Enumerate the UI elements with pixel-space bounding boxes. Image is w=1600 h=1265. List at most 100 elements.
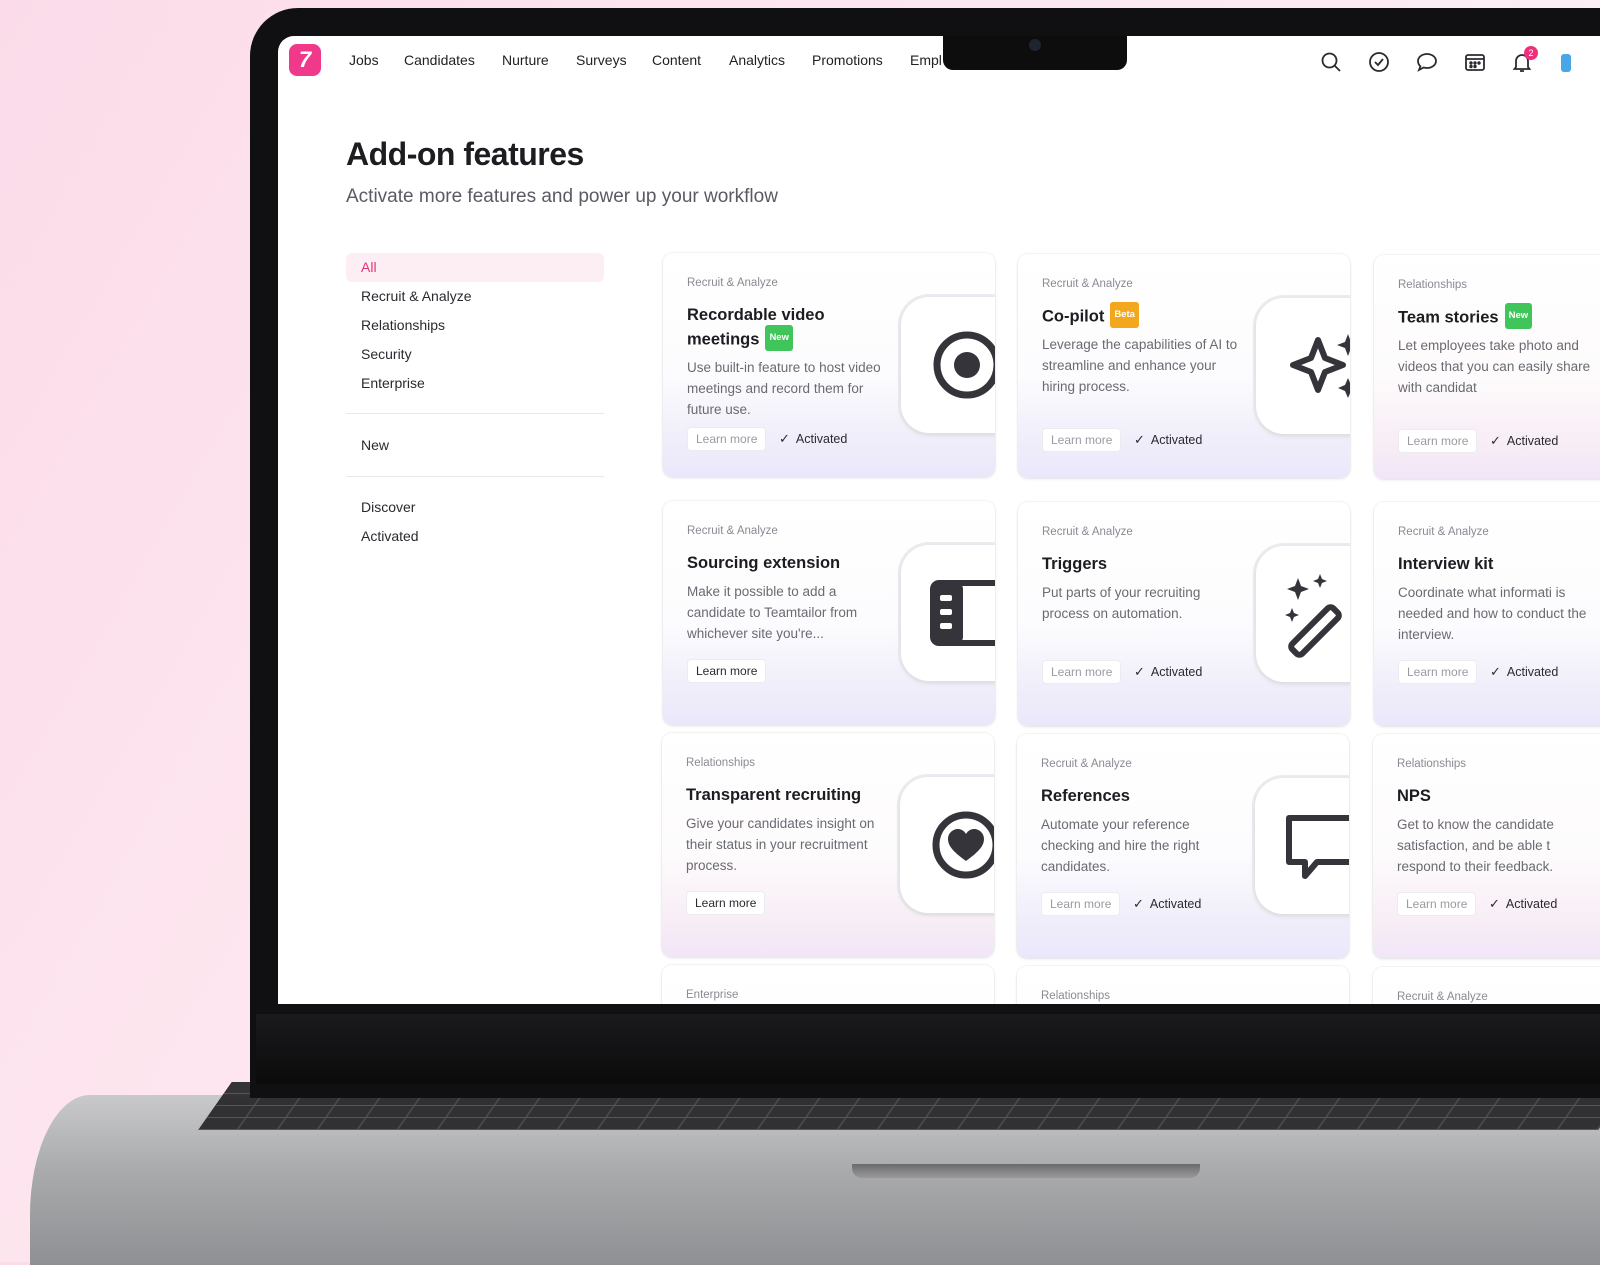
card-category: Enterprise	[686, 989, 739, 1001]
checkmark-icon: ✓	[1490, 433, 1501, 448]
learn-more-button[interactable]: Learn more	[1042, 428, 1122, 452]
card-description: Leverage the capabilities of AI to strea…	[1042, 337, 1238, 394]
card-description: Make it possible to add a candidate to T…	[687, 584, 858, 641]
addon-card-recordable-video[interactable]: Recruit & Analyze Recordable video meeti…	[663, 253, 995, 477]
activated-status: ✓ Activated	[1489, 896, 1558, 911]
learn-more-button[interactable]: Learn more	[1398, 660, 1478, 684]
learn-more-button[interactable]: Learn more	[1398, 429, 1478, 453]
camera-notch	[943, 36, 1127, 70]
avatar[interactable]	[1561, 54, 1571, 72]
screen: 7 Jobs Candidates Nurture Surveys Conten…	[278, 36, 1600, 1004]
activated-status: ✓ Activated	[1134, 432, 1203, 447]
card-title: NPS	[1397, 787, 1431, 805]
checkmark-icon: ✓	[779, 431, 790, 446]
card-category: Recruit & Analyze	[1041, 758, 1132, 770]
heart-icon	[900, 777, 994, 913]
laptop-bezel-bottom	[256, 1014, 1600, 1084]
learn-more-button[interactable]: Learn more	[1042, 660, 1122, 684]
page-title: Add-on features	[346, 136, 584, 172]
filter-relationships[interactable]: Relationships	[346, 311, 604, 340]
filter-divider	[346, 476, 604, 477]
todo-check-icon[interactable]	[1367, 50, 1391, 74]
addon-card-interview-kit[interactable]: Recruit & Analyze Interview kit Coordina…	[1374, 502, 1600, 726]
nav-jobs[interactable]: Jobs	[349, 52, 379, 68]
card-category: Relationships	[686, 757, 756, 769]
learn-more-button[interactable]: Learn more	[687, 427, 767, 451]
activated-status: ✓ Activated	[1490, 664, 1559, 679]
speech-bubble-icon	[1255, 778, 1349, 914]
camera-icon	[1029, 39, 1041, 51]
card-category: Relationships	[1398, 279, 1468, 291]
messages-icon[interactable]	[1415, 50, 1439, 74]
app-logo[interactable]: 7	[289, 44, 321, 76]
card-category: Recruit & Analyze	[687, 277, 778, 289]
addon-card-enterprise[interactable]: Enterprise	[662, 965, 994, 1004]
card-description: Coordinate what informati is needed and …	[1398, 585, 1587, 642]
learn-more-button[interactable]: Learn more	[687, 659, 767, 683]
card-description: Give your candidates insight on their st…	[686, 816, 875, 873]
card-category: Relationships	[1397, 758, 1467, 770]
card-title: Recordable video meetings New	[687, 303, 877, 353]
calendar-icon[interactable]	[1463, 50, 1487, 74]
addon-card-relationships[interactable]: Relationships	[1017, 966, 1349, 1004]
addon-card-team-stories[interactable]: Relationships Team stories New Let employ…	[1374, 255, 1600, 479]
addon-card-recruit-analyze[interactable]: Recruit & Analyze	[1373, 967, 1600, 1004]
filter-enterprise[interactable]: Enterprise	[346, 369, 604, 398]
card-category: Relationships	[1041, 990, 1111, 1002]
top-navigation: 7 Jobs Candidates Nurture Surveys Conten…	[278, 36, 1600, 88]
filter-new[interactable]: New	[346, 431, 604, 460]
activated-status: ✓ Activated	[1133, 896, 1202, 911]
addon-card-transparent-recruiting[interactable]: Relationships Transparent recruiting Giv…	[662, 733, 994, 957]
checkmark-icon: ✓	[1490, 664, 1501, 679]
filter-activated[interactable]: Activated	[346, 522, 604, 551]
card-title: Triggers	[1042, 555, 1108, 573]
filter-discover[interactable]: Discover	[346, 493, 604, 522]
card-title: Sourcing extension	[687, 554, 841, 572]
card-description: Automate your reference checking and hir…	[1041, 817, 1200, 874]
learn-more-button[interactable]: Learn more	[1397, 892, 1477, 916]
new-badge: New	[1504, 303, 1533, 329]
beta-badge: Beta	[1110, 302, 1139, 328]
search-icon[interactable]	[1319, 50, 1343, 74]
filter-divider	[346, 413, 604, 414]
checkmark-icon: ✓	[1489, 896, 1500, 911]
magic-wand-icon	[1256, 546, 1350, 682]
filter-all[interactable]: All	[346, 253, 604, 282]
addon-card-sourcing-extension[interactable]: Recruit & Analyze Sourcing extension Mak…	[663, 501, 995, 725]
activated-status: ✓ Activated	[1134, 664, 1203, 679]
learn-more-button[interactable]: Learn more	[1041, 892, 1121, 916]
laptop-lid-notch	[852, 1164, 1200, 1178]
checkmark-icon: ✓	[1133, 896, 1144, 911]
card-category: Recruit & Analyze	[1042, 526, 1133, 538]
learn-more-button[interactable]: Learn more	[686, 891, 766, 915]
card-title: Interview kit	[1398, 555, 1494, 573]
new-badge: New	[765, 325, 793, 351]
sparkle-icon	[1256, 298, 1350, 434]
card-description: Put parts of your recruiting process on …	[1042, 585, 1201, 621]
nav-employees[interactable]: Empl	[910, 52, 942, 68]
card-category: Recruit & Analyze	[1397, 991, 1488, 1003]
card-category: Recruit & Analyze	[687, 525, 778, 537]
checkmark-icon: ✓	[1134, 432, 1145, 447]
checkmark-icon: ✓	[1134, 664, 1145, 679]
filter-recruit-analyze[interactable]: Recruit & Analyze	[346, 282, 604, 311]
activated-status: ✓ Activated	[779, 431, 848, 446]
browser-extension-icon	[901, 545, 995, 681]
nav-content[interactable]: Content	[652, 52, 701, 68]
card-category: Recruit & Analyze	[1042, 278, 1133, 290]
nav-nurture[interactable]: Nurture	[502, 52, 549, 68]
addon-card-references[interactable]: Recruit & Analyze References Automate yo…	[1017, 734, 1349, 958]
activated-status: ✓ Activated	[1490, 433, 1559, 448]
card-title: Co-pilot Beta	[1042, 302, 1232, 330]
nav-promotions[interactable]: Promotions	[812, 52, 883, 68]
record-icon	[901, 297, 995, 433]
card-description: Let employees take photo and videos that…	[1398, 338, 1591, 395]
addon-card-co-pilot[interactable]: Recruit & Analyze Co-pilot Beta Leverage …	[1018, 254, 1350, 478]
page-subtitle: Activate more features and power up your…	[346, 186, 778, 207]
filter-security[interactable]: Security	[346, 340, 604, 369]
addon-card-triggers[interactable]: Recruit & Analyze Triggers Put parts of …	[1018, 502, 1350, 726]
addon-card-nps[interactable]: Relationships NPS Get to know the candid…	[1373, 734, 1600, 958]
nav-analytics[interactable]: Analytics	[729, 52, 785, 68]
nav-surveys[interactable]: Surveys	[576, 52, 627, 68]
nav-candidates[interactable]: Candidates	[404, 52, 475, 68]
